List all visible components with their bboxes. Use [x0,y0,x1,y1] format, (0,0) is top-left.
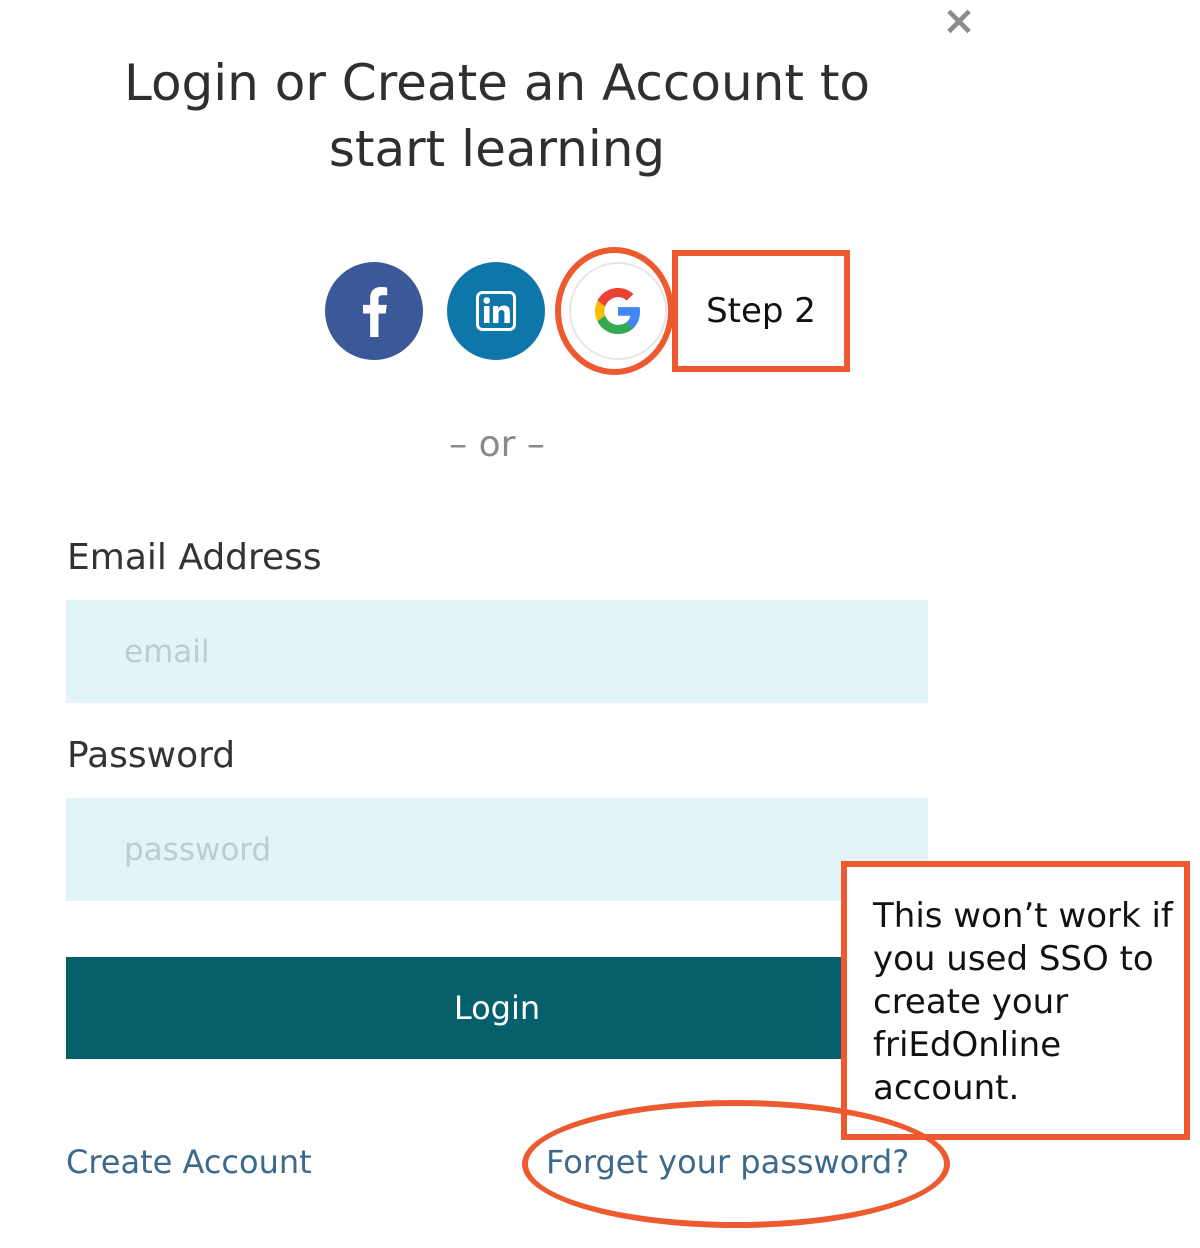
facebook-login-button[interactable] [325,262,423,360]
linkedin-login-button[interactable] [447,262,545,360]
sso-warning-note: This won’t work if you used SSO to creat… [841,861,1190,1140]
linkedin-icon [476,291,516,331]
close-icon: × [942,0,976,44]
password-label: Password [67,735,236,776]
email-field[interactable] [66,600,928,703]
sso-warning-text: This won’t work if you used SSO to creat… [873,896,1173,1108]
password-field[interactable] [66,798,928,901]
google-login-button[interactable] [569,262,667,360]
step-label: Step 2 [706,291,816,331]
forgot-password-link[interactable]: Forget your password? [546,1143,909,1181]
login-button[interactable]: Login [66,957,928,1059]
step-annotation: Step 2 [672,250,850,372]
create-account-link[interactable]: Create Account [66,1143,312,1181]
email-label: Email Address [67,537,322,578]
or-separator: – or – [449,424,545,465]
close-button[interactable]: × [940,0,978,44]
facebook-icon [363,287,388,337]
modal-title: Login or Create an Account to start lear… [123,54,871,178]
google-icon [595,288,641,334]
